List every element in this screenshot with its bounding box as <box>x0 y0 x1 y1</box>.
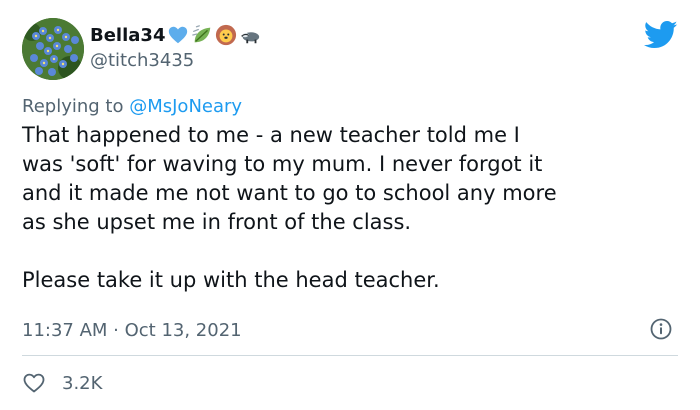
info-icon[interactable] <box>649 317 673 341</box>
lion-face-icon <box>215 24 237 46</box>
tweet-text-line: was 'soft' for waving to my mum. I never… <box>22 152 543 176</box>
avatar[interactable] <box>22 18 84 80</box>
user-handle[interactable]: @titch3435 <box>90 50 194 71</box>
reply-prefix: Replying to <box>22 96 124 117</box>
blue-heart-icon <box>167 24 189 46</box>
twitter-bird-icon[interactable] <box>644 20 678 50</box>
badger-icon <box>239 24 261 46</box>
tweet-text: That happened to me - a new teacher told… <box>22 121 682 295</box>
like-count: 3.2K <box>62 372 103 394</box>
leaf-fluttering-icon <box>191 24 213 46</box>
heart-icon[interactable] <box>22 371 46 395</box>
reply-context: Replying to @MsJoNeary <box>22 96 242 117</box>
reply-to-link[interactable]: @MsJoNeary <box>129 96 242 117</box>
divider <box>22 355 678 356</box>
tweet-text-line: Please take it up with the head teacher. <box>22 268 440 292</box>
like-button[interactable]: 3.2K <box>22 371 102 395</box>
display-name[interactable]: Bella34 <box>90 25 165 46</box>
tweet-text-line: as she upset me in front of the class. <box>22 210 412 234</box>
author-name-row[interactable]: Bella34 <box>90 22 261 48</box>
tweet-text-line: and it made me not want to go to school … <box>22 181 557 205</box>
tweet-text-line: That happened to me - a new teacher told… <box>22 123 520 147</box>
tweet-card: Bella34 @titch3435 Replying to @MsJoNear… <box>0 0 700 410</box>
tweet-timestamp[interactable]: 11:37 AM · Oct 13, 2021 <box>22 320 242 341</box>
